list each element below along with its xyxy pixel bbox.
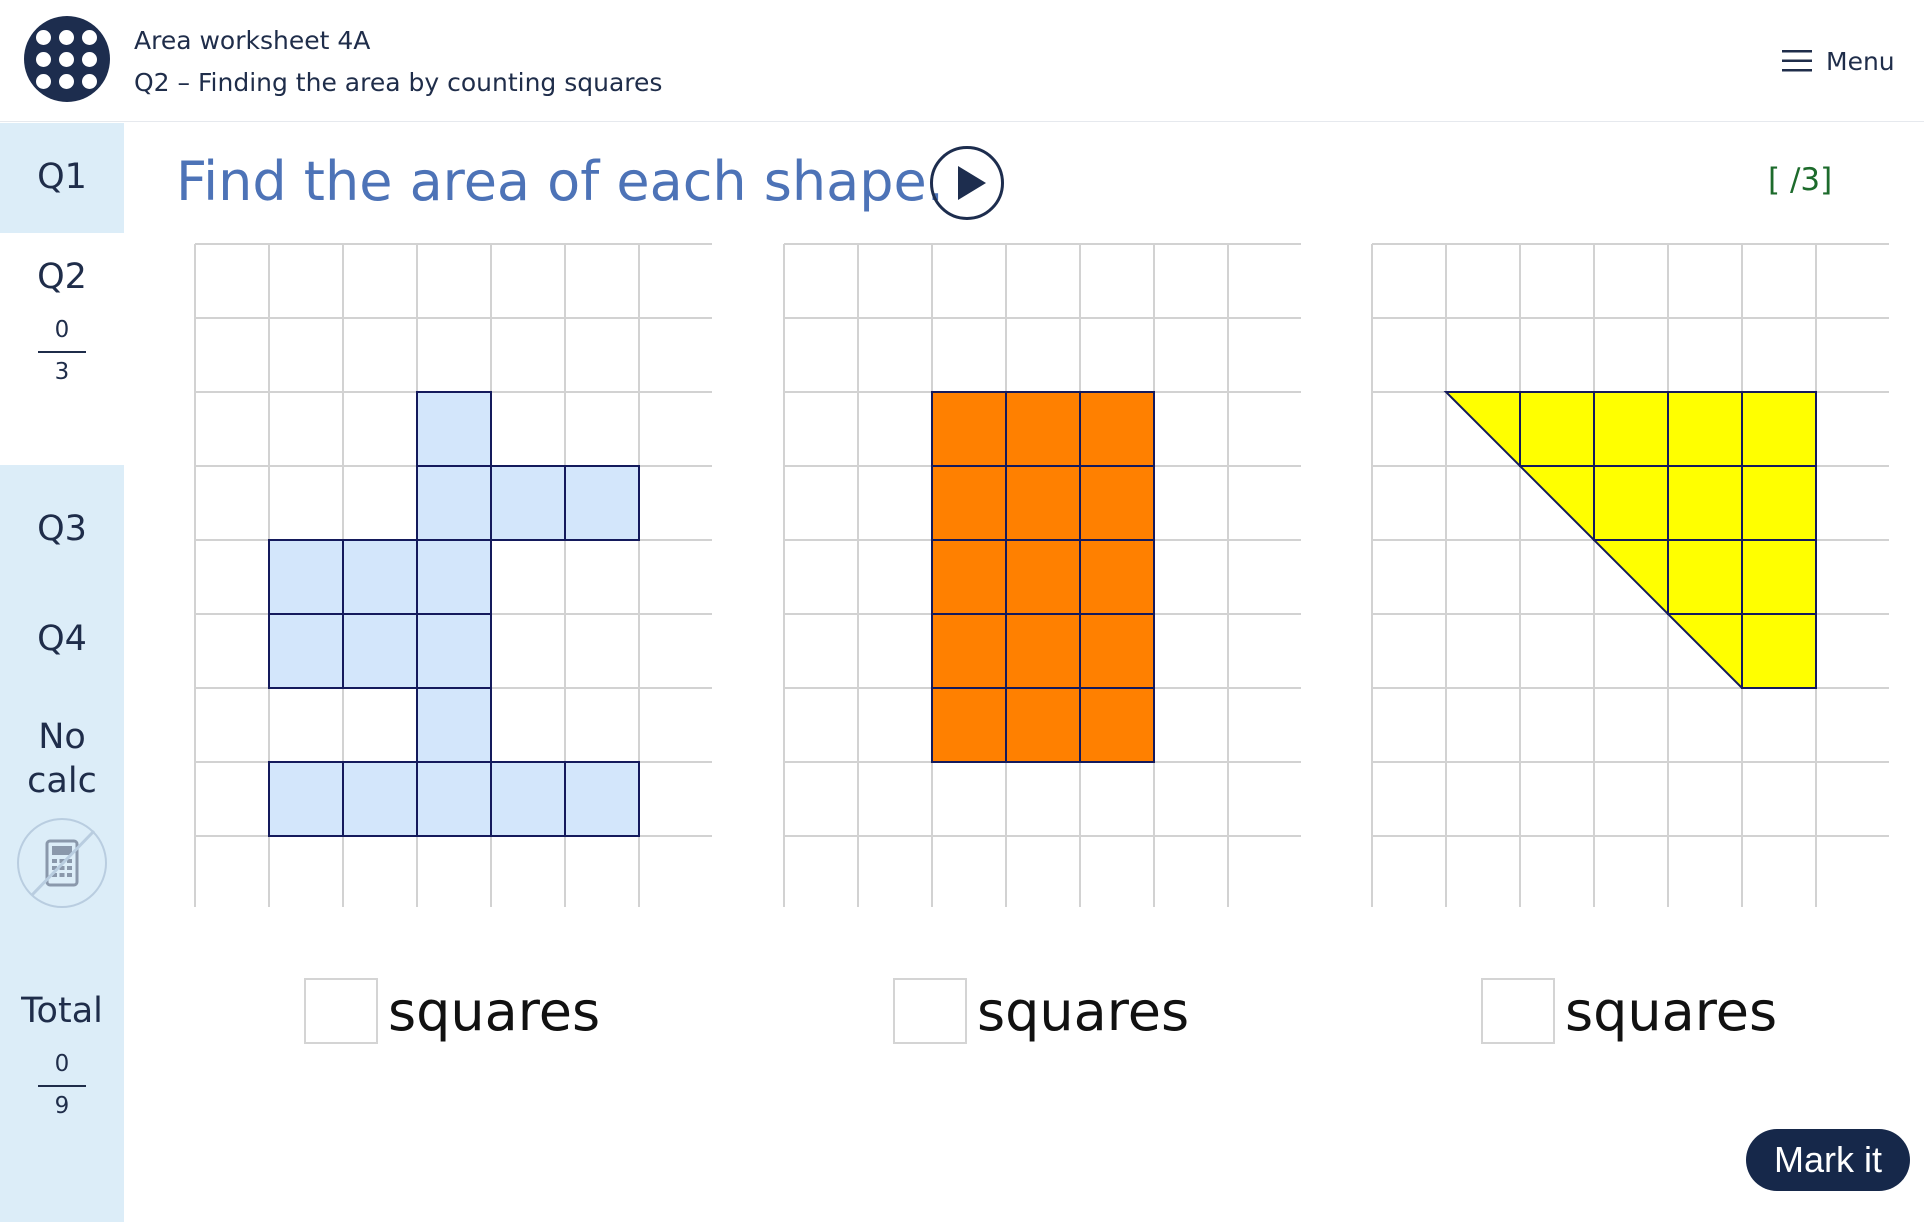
shape-square	[931, 465, 1007, 541]
shape-square	[490, 761, 566, 837]
play-icon	[958, 166, 986, 200]
total-max: 9	[54, 1093, 70, 1119]
header: Area worksheet 4A Q2 – Finding the area …	[0, 0, 1924, 122]
mark-it-button[interactable]: Mark it	[1746, 1129, 1910, 1191]
tab-q1-label: Q1	[37, 157, 87, 197]
no-calculator-icon	[17, 818, 107, 908]
menu-label: Menu	[1826, 46, 1895, 76]
shape-square	[268, 539, 344, 615]
question-sidebar: Q1 Q2 0 3 Q3 Q4 No calc Total 0 9	[0, 123, 124, 1222]
shape-square	[416, 613, 492, 689]
play-audio-button[interactable]	[930, 146, 1004, 220]
tab-q4[interactable]: Q4	[0, 585, 124, 689]
shape-square	[931, 613, 1007, 689]
shape-grid-1	[194, 243, 712, 907]
hamburger-icon	[1782, 50, 1812, 72]
shape-square	[1005, 391, 1081, 467]
shape-square	[931, 391, 1007, 467]
fraction-line	[38, 1085, 86, 1087]
question-marks: [ /3]	[1768, 162, 1833, 198]
shape-grid-3	[1371, 243, 1889, 907]
tab-q3[interactable]: Q3	[0, 475, 124, 579]
tab-no-calc[interactable]: No calc	[0, 695, 124, 957]
q2-max: 3	[54, 359, 70, 385]
answer-unit-1: squares	[388, 979, 601, 1043]
shape-square	[1079, 465, 1155, 541]
shape-grid-2	[783, 243, 1301, 907]
q2-score: 0	[54, 317, 70, 343]
answer-row-3: squares	[1481, 978, 1777, 1044]
shape-square	[342, 613, 418, 689]
shape-square	[1079, 391, 1155, 467]
shape-square	[416, 539, 492, 615]
tab-q2-label: Q2	[37, 257, 87, 297]
shape-square	[1079, 613, 1155, 689]
shape-square	[1079, 539, 1155, 615]
answer-unit-3: squares	[1565, 979, 1778, 1043]
shape-square	[1079, 687, 1155, 763]
total-score-fraction: 0 9	[0, 1051, 124, 1119]
q2-score-fraction: 0 3	[0, 317, 124, 385]
answer-unit-2: squares	[977, 979, 1190, 1043]
app-window: Area worksheet 4A Q2 – Finding the area …	[0, 0, 1924, 1222]
shape-square	[1005, 465, 1081, 541]
question-subtitle: Q2 – Finding the area by counting square…	[134, 68, 663, 97]
shape-square	[416, 465, 492, 541]
total-score-panel: Total 0 9	[0, 963, 124, 1222]
tab-q3-label: Q3	[37, 509, 87, 549]
shape-square	[931, 539, 1007, 615]
worksheet-title: Area worksheet 4A	[134, 26, 371, 55]
answer-input-1[interactable]	[304, 978, 378, 1044]
shape-square	[490, 465, 566, 541]
shape-square	[564, 761, 640, 837]
shape-square	[268, 613, 344, 689]
answer-row-2: squares	[893, 978, 1189, 1044]
answer-input-3[interactable]	[1481, 978, 1555, 1044]
answer-input-2[interactable]	[893, 978, 967, 1044]
no-calc-label-2: calc	[27, 761, 97, 801]
shape-square	[1005, 539, 1081, 615]
tab-q4-label: Q4	[37, 619, 87, 659]
app-logo-icon[interactable]	[24, 16, 110, 102]
total-label: Total	[21, 991, 103, 1031]
no-calc-label-1: No	[38, 717, 86, 757]
tab-q2[interactable]: Q2 0 3	[0, 233, 124, 465]
shape-square	[342, 539, 418, 615]
total-score: 0	[54, 1051, 70, 1077]
shape-square	[1005, 687, 1081, 763]
shape-square	[268, 761, 344, 837]
fraction-line	[38, 351, 86, 353]
answer-row-1: squares	[304, 978, 600, 1044]
tab-q1[interactable]: Q1	[0, 123, 124, 227]
question-prompt: Find the area of each shape.	[176, 150, 944, 213]
shape-square	[564, 465, 640, 541]
shape-square	[416, 687, 492, 763]
menu-button[interactable]: Menu	[1782, 44, 1895, 78]
shape-square	[1005, 613, 1081, 689]
shape-2	[931, 391, 1155, 763]
shape-square	[931, 687, 1007, 763]
shape-square	[342, 761, 418, 837]
shape-square	[416, 391, 492, 467]
shape-square	[416, 761, 492, 837]
